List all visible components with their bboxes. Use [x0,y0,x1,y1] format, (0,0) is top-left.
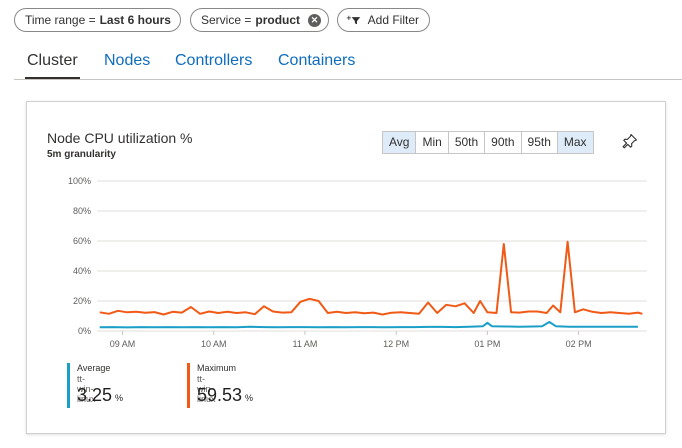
aggregation-selector: Avg Min 50th 90th 95th Max [382,131,594,154]
remove-filter-icon[interactable]: ✕ [308,13,322,27]
add-filter-icon [346,15,361,25]
y-tick-label: 80% [73,206,91,216]
aggregation-min-button[interactable]: Min [416,132,449,153]
series-line-maximum [99,240,643,316]
x-tick-label: 02 PM [566,339,592,349]
legend-average-value: 3.25% [77,385,124,405]
x-tick-label: 10 AM [201,339,227,349]
tab-cluster[interactable]: Cluster [25,52,80,79]
service-filter-value: product [255,13,301,27]
pin-icon[interactable] [622,133,638,149]
legend-maximum-swatch [187,363,190,408]
time-range-filter[interactable]: Time range = Last 6 hours [14,8,181,32]
series-line-average [99,321,638,329]
y-tick-label: 40% [73,266,91,276]
add-filter-button[interactable]: Add Filter [337,8,430,32]
aggregation-avg-button[interactable]: Avg [383,132,417,153]
y-tick-label: 0% [78,326,91,336]
aggregation-50th-button[interactable]: 50th [449,132,486,153]
view-tabs: Cluster Nodes Controllers Containers [14,48,682,80]
tab-nodes[interactable]: Nodes [104,52,150,70]
cpu-utilization-card: Node CPU utilization % 5m granularity Av… [26,101,666,434]
chart-granularity: 5m granularity [47,149,116,160]
time-range-value: Last 6 hours [99,13,171,27]
aggregation-95th-button[interactable]: 95th [522,132,558,153]
service-filter[interactable]: Service = product ✕ [190,8,329,32]
y-tick-label: 20% [73,296,91,306]
tab-controllers[interactable]: Controllers [175,52,252,70]
time-range-label: Time range = [25,13,96,27]
y-tick-label: 100% [68,176,91,186]
cpu-line-chart: 100% 80% 60% 40% 20% 0% 09 AM 10 AM 11 AM 12 PM 01… [68,176,647,349]
x-tick-label: 09 AM [110,339,136,349]
add-filter-label: Add Filter [367,13,419,27]
x-tick-label: 11 AM [293,339,318,349]
service-filter-label: Service = [201,13,252,27]
legend-maximum-value: 59.53% [197,385,254,405]
tab-containers[interactable]: Containers [278,52,355,70]
legend-maximum-name: Maximum [197,363,237,373]
legend-average-name: Average [77,363,111,373]
x-tick-label: 01 PM [474,339,500,349]
tabs-divider [14,79,682,80]
aggregation-90th-button[interactable]: 90th [485,132,522,153]
aggregation-max-button[interactable]: Max [557,132,593,153]
legend-average-swatch [67,363,70,408]
y-tick-label: 60% [73,236,91,246]
x-tick-label: 12 PM [383,339,409,349]
chart-title: Node CPU utilization % [47,130,193,146]
